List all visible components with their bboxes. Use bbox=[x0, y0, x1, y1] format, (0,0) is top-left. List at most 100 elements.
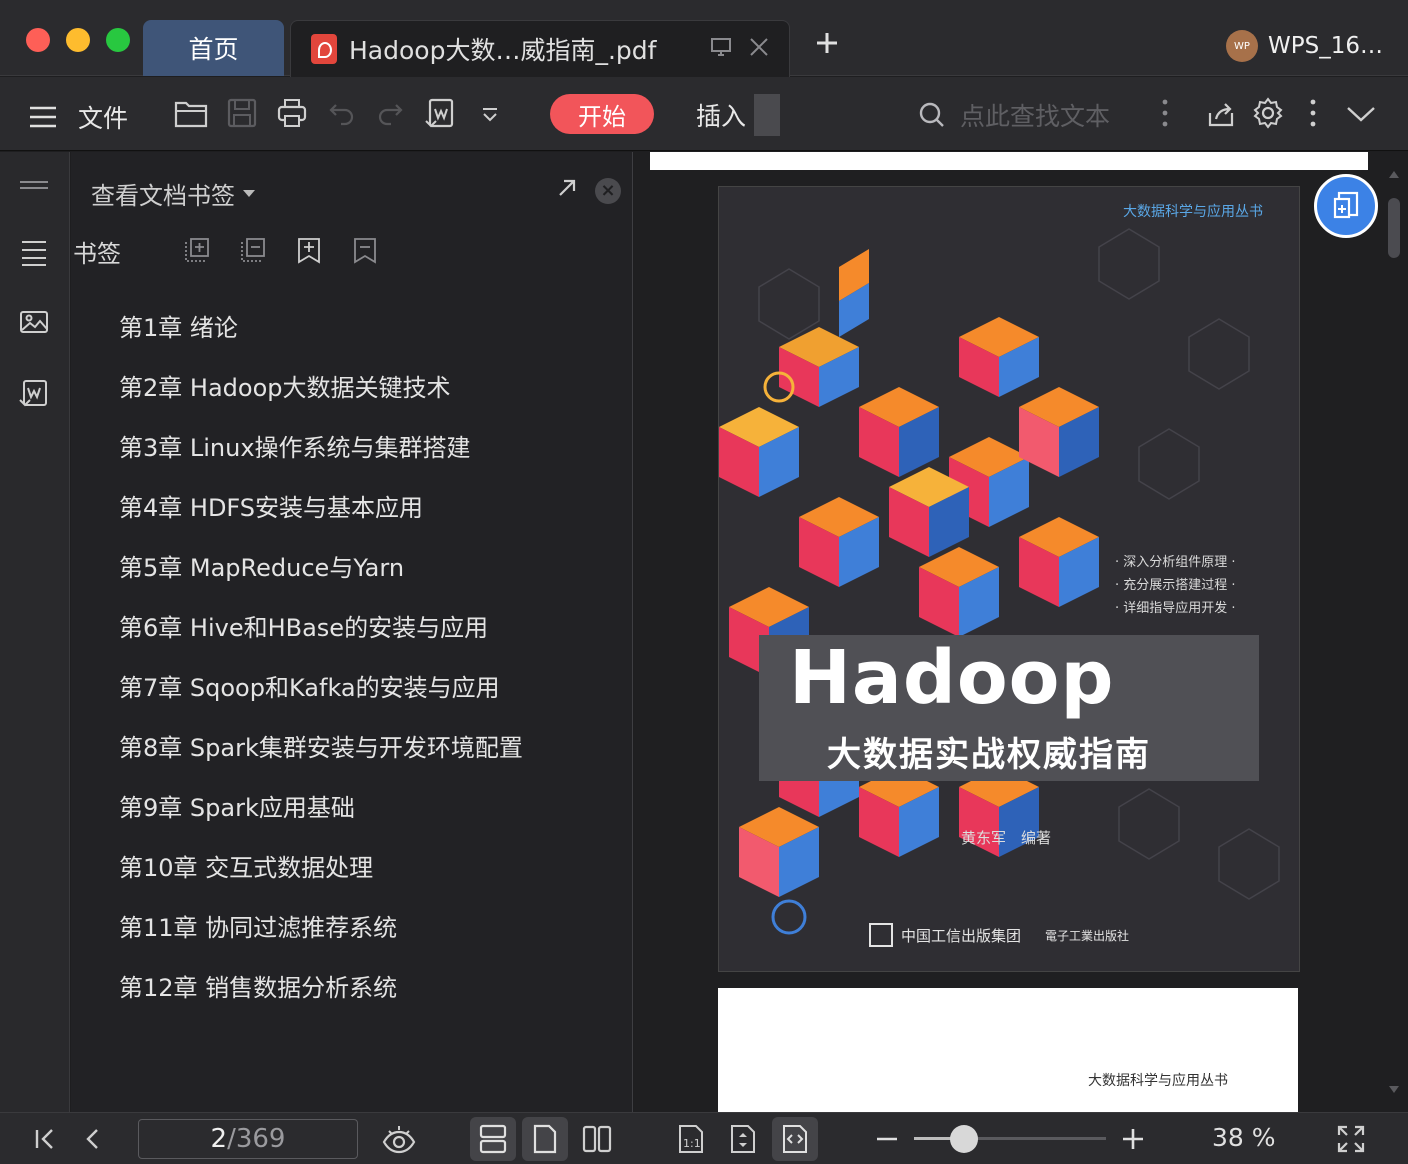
first-page-button[interactable] bbox=[22, 1117, 68, 1161]
search-placeholder: 点此查找文本 bbox=[960, 102, 1111, 131]
scrollbar-thumb[interactable] bbox=[1388, 198, 1400, 258]
total-pages: /369 bbox=[227, 1124, 286, 1154]
pdf-convert-icon bbox=[1333, 191, 1359, 219]
close-panel-button[interactable]: × bbox=[595, 178, 621, 204]
undock-arrow-icon[interactable] bbox=[555, 176, 579, 200]
fit-page-icon bbox=[731, 1125, 755, 1153]
collapse-panel-icon[interactable] bbox=[18, 170, 50, 202]
tab-home-label: 首页 bbox=[188, 35, 239, 64]
current-page: 2 bbox=[210, 1124, 228, 1154]
close-tab-icon[interactable] bbox=[747, 35, 771, 59]
continuous-view-button[interactable] bbox=[470, 1117, 516, 1161]
remove-bookmark-icon[interactable] bbox=[351, 236, 379, 264]
zoom-in-button[interactable] bbox=[1110, 1117, 1156, 1161]
maximize-window-button[interactable] bbox=[106, 28, 130, 52]
minus-icon bbox=[877, 1137, 897, 1141]
actual-size-button[interactable]: 1:1 bbox=[668, 1117, 714, 1161]
printer-icon bbox=[277, 99, 307, 127]
page-number-input[interactable]: 2 /369 bbox=[138, 1119, 358, 1159]
bookmark-item[interactable]: 第7章 Sqoop和Kafka的安装与应用 bbox=[119, 658, 523, 718]
fullscreen-icon bbox=[1337, 1125, 1365, 1153]
ribbon-scroll-handle[interactable] bbox=[754, 94, 780, 136]
single-page-view-button[interactable] bbox=[522, 1117, 568, 1161]
eye-protection-button[interactable] bbox=[376, 1117, 422, 1161]
cover-subtitle: 大数据实战权威指南 bbox=[827, 735, 1151, 775]
convert-button[interactable] bbox=[424, 97, 458, 131]
collapse-ribbon-button[interactable] bbox=[1346, 105, 1376, 123]
undo-icon bbox=[329, 104, 354, 126]
collapse-all-icon[interactable] bbox=[239, 236, 267, 264]
monitor-icon[interactable] bbox=[709, 35, 733, 59]
add-bookmark-icon[interactable] bbox=[295, 236, 323, 264]
side-strip bbox=[0, 152, 70, 1112]
bookmark-item[interactable]: 第3章 Linux操作系统与集群搭建 bbox=[119, 418, 523, 478]
tab-document[interactable]: Hadoop大数…威指南_.pdf bbox=[290, 20, 790, 77]
panel-title-text: 查看文档书签 bbox=[91, 182, 235, 210]
bookmark-item[interactable]: 第6章 Hive和HBase的安装与应用 bbox=[119, 598, 523, 658]
expand-all-icon[interactable] bbox=[183, 236, 211, 264]
insert-tab-label: 插入 bbox=[696, 102, 747, 131]
start-tab-button[interactable]: 开始 bbox=[550, 94, 654, 134]
thumbnail-image-icon[interactable] bbox=[18, 306, 50, 338]
tab-home[interactable]: 首页 bbox=[143, 20, 284, 76]
close-window-button[interactable] bbox=[26, 28, 50, 52]
cover-title: Hadoop bbox=[789, 635, 1115, 721]
redo-button[interactable] bbox=[376, 99, 404, 127]
zoom-out-button[interactable] bbox=[864, 1117, 910, 1161]
save-button[interactable] bbox=[226, 97, 258, 129]
bookmark-item[interactable]: 第5章 MapReduce与Yarn bbox=[119, 538, 523, 598]
publisher-logo-icon bbox=[869, 923, 893, 947]
new-tab-icon[interactable] bbox=[814, 30, 840, 56]
bookmark-panel-title[interactable]: 查看文档书签 bbox=[91, 176, 255, 211]
vertical-scrollbar[interactable] bbox=[1386, 166, 1402, 1106]
bookmark-item[interactable]: 第10章 交互式数据处理 bbox=[119, 838, 523, 898]
caret-down-icon bbox=[243, 190, 255, 197]
search-icon bbox=[919, 102, 944, 127]
minimize-window-button[interactable] bbox=[66, 28, 90, 52]
chevron-down-icon bbox=[1347, 107, 1375, 122]
eye-icon bbox=[382, 1126, 416, 1154]
bookmark-item[interactable]: 第12章 销售数据分析系统 bbox=[119, 958, 523, 1018]
pdf-file-icon bbox=[311, 34, 337, 64]
cover-author: 黄东军 编著 bbox=[961, 829, 1052, 847]
folder-icon bbox=[174, 101, 208, 128]
book-cover-page: 大数据科学与应用丛书 · 深入分析组件原理 · · 充分展示搭建过程 · · 详… bbox=[718, 186, 1300, 972]
scroll-down-icon[interactable] bbox=[1386, 1084, 1402, 1096]
insert-tab-button[interactable]: 插入 bbox=[696, 97, 746, 133]
floating-convert-button[interactable] bbox=[1314, 174, 1378, 238]
zoom-slider[interactable] bbox=[914, 1125, 1106, 1153]
save-icon bbox=[227, 98, 257, 128]
document-viewer[interactable]: 大数据科学与应用丛书 · 深入分析组件原理 · · 充分展示搭建过程 · · 详… bbox=[634, 152, 1408, 1112]
previous-page-button[interactable] bbox=[70, 1117, 116, 1161]
fullscreen-button[interactable] bbox=[1328, 1117, 1374, 1161]
open-button[interactable] bbox=[174, 97, 208, 129]
bookmark-item[interactable]: 第1章 绪论 bbox=[119, 298, 523, 358]
share-button[interactable] bbox=[1206, 99, 1236, 129]
fit-width-button[interactable] bbox=[772, 1117, 818, 1161]
search-box[interactable]: 点此查找文本 bbox=[918, 97, 1110, 133]
more-dropdown-button[interactable] bbox=[480, 105, 500, 125]
pdf-to-word-icon[interactable] bbox=[18, 378, 50, 410]
menu-button[interactable]: 文件 bbox=[28, 99, 128, 135]
redo-icon bbox=[378, 104, 403, 126]
toolbar-more-button[interactable] bbox=[1160, 97, 1170, 129]
bookmark-item[interactable]: 第9章 Spark应用基础 bbox=[119, 778, 523, 838]
bookmark-item[interactable]: 第2章 Hadoop大数据关键技术 bbox=[119, 358, 523, 418]
vertical-dots-icon bbox=[1310, 99, 1316, 127]
bookmark-item[interactable]: 第4章 HDFS安装与基本应用 bbox=[119, 478, 523, 538]
undo-button[interactable] bbox=[328, 99, 356, 127]
user-account[interactable]: WP WPS_16… bbox=[1226, 30, 1383, 62]
chevron-down-icon bbox=[483, 108, 497, 122]
bookmark-item[interactable]: 第8章 Spark集群安装与开发环境配置 bbox=[119, 718, 523, 778]
overflow-menu-button[interactable] bbox=[1308, 97, 1318, 129]
outline-list-icon[interactable] bbox=[18, 236, 50, 268]
two-page-icon bbox=[582, 1125, 612, 1153]
scroll-up-icon[interactable] bbox=[1386, 168, 1402, 180]
zoom-slider-knob[interactable] bbox=[949, 1125, 978, 1153]
bookmarks-label: 书签 bbox=[73, 240, 121, 268]
settings-button[interactable] bbox=[1252, 97, 1284, 129]
two-page-view-button[interactable] bbox=[574, 1117, 620, 1161]
bookmark-item[interactable]: 第11章 协同过滤推荐系统 bbox=[119, 898, 523, 958]
print-button[interactable] bbox=[276, 97, 308, 129]
fit-page-button[interactable] bbox=[720, 1117, 766, 1161]
